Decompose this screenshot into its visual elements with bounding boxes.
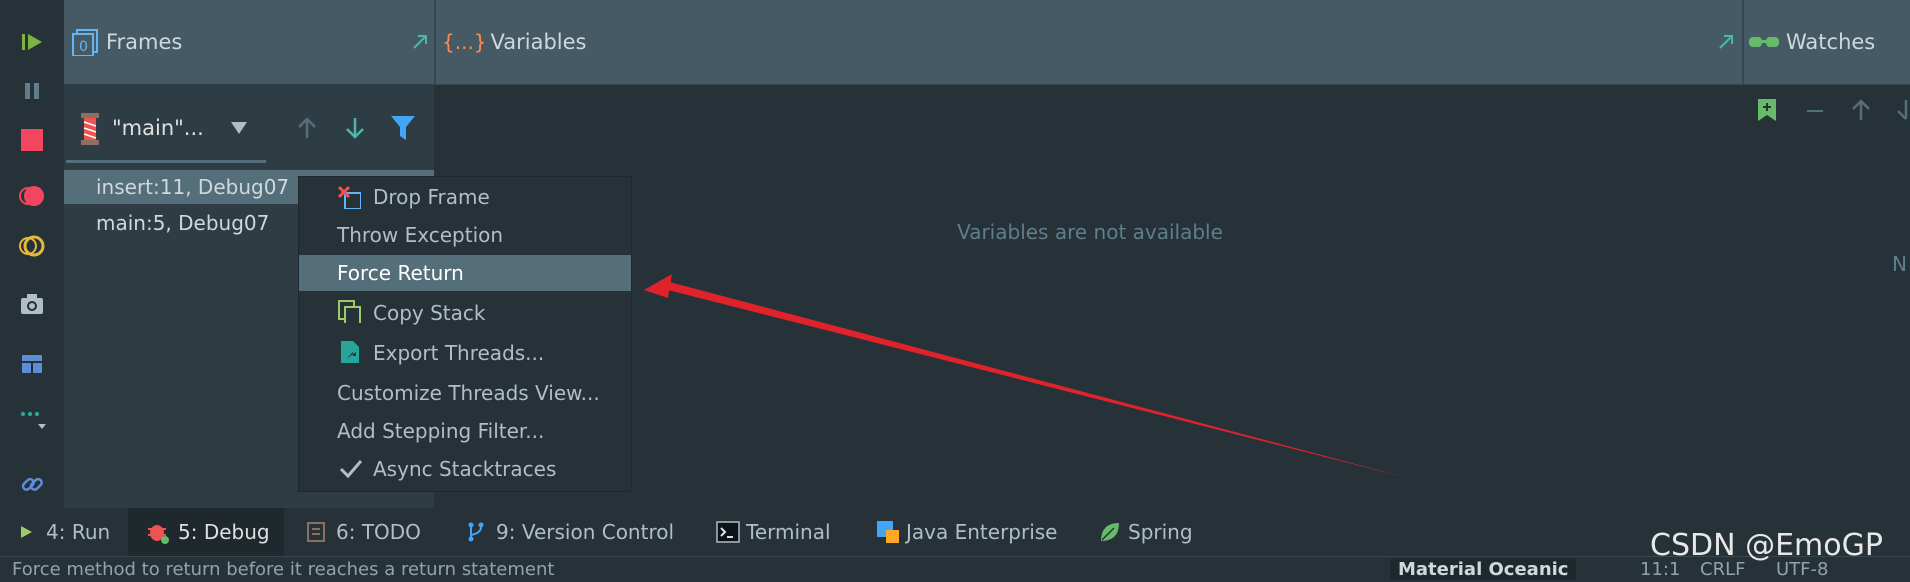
tab-label: 4: Run bbox=[46, 520, 111, 544]
tab-label: Spring bbox=[1128, 520, 1193, 544]
status-bar: Force method to return before it reaches… bbox=[0, 556, 1910, 582]
tab-label: Java Enterprise bbox=[906, 520, 1058, 544]
watermark: CSDN @EmoGP bbox=[1650, 528, 1883, 563]
bug-icon bbox=[148, 525, 169, 544]
tab-todo[interactable]: 6: TODO bbox=[306, 508, 446, 556]
terminal-icon bbox=[716, 521, 740, 543]
spring-leaf-icon bbox=[1101, 523, 1119, 541]
theme-badge[interactable]: Material Oceanic bbox=[1390, 559, 1577, 580]
tab-run[interactable]: 4: Run bbox=[18, 508, 118, 556]
tab-terminal[interactable]: Terminal bbox=[716, 508, 846, 556]
status-message: Force method to return before it reaches… bbox=[12, 559, 555, 580]
tab-version-control[interactable]: 9: Version Control bbox=[466, 508, 686, 556]
todo-icon bbox=[307, 522, 325, 542]
tab-label: 5: Debug bbox=[178, 520, 270, 544]
tab-java-enterprise[interactable]: Java Enterprise bbox=[876, 508, 1076, 556]
java-enterprise-icon bbox=[877, 521, 899, 543]
tab-label: Terminal bbox=[746, 520, 831, 544]
tab-label: 9: Version Control bbox=[496, 520, 675, 544]
tab-debug[interactable]: 5: Debug bbox=[128, 508, 284, 556]
branch-icon bbox=[468, 522, 484, 542]
tab-label: 6: TODO bbox=[336, 520, 421, 544]
annotation-arrow bbox=[644, 274, 1408, 478]
run-icon bbox=[21, 526, 32, 538]
tab-spring[interactable]: Spring bbox=[1098, 508, 1208, 556]
